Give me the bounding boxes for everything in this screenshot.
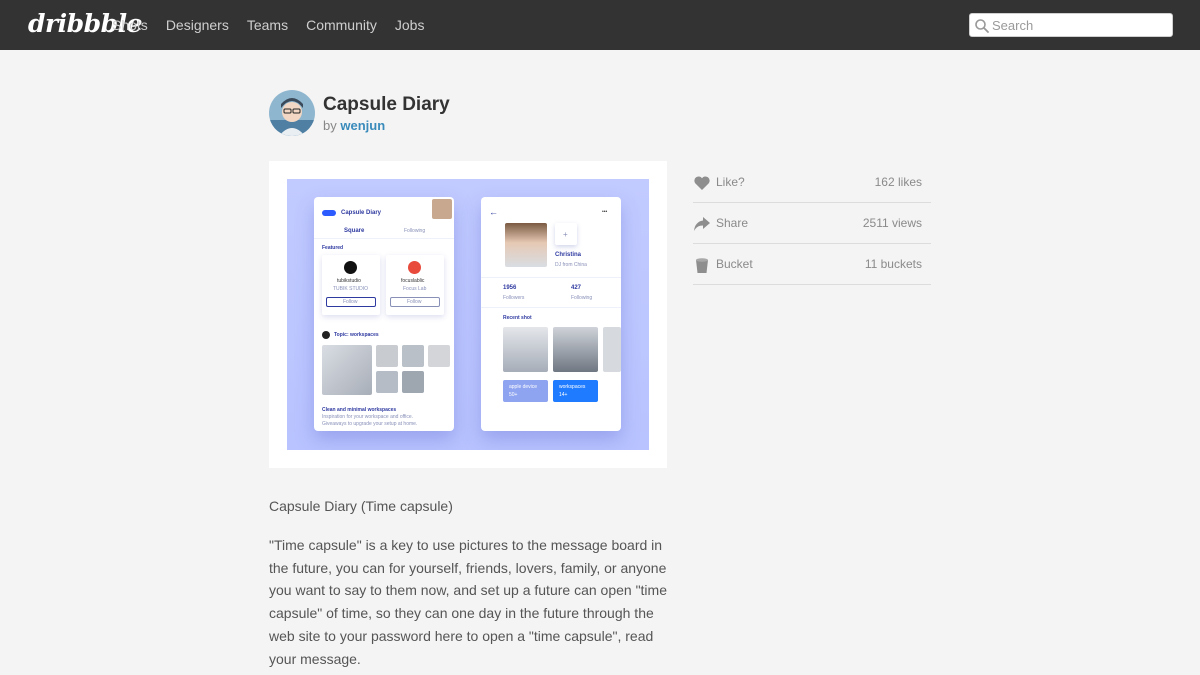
mock-footer-title: Clean and minimal workspaces <box>322 407 397 413</box>
mock-tab-following: Following <box>404 228 426 234</box>
mock-profile-sub: DJ from China <box>555 262 587 268</box>
mockup-screen-left: Capsule Diary Square Following Featured … <box>314 197 454 431</box>
bucket-label[interactable]: Bucket <box>716 257 753 271</box>
mock-workspace-photo-large <box>322 345 372 395</box>
likes-count: 162 likes <box>874 175 922 189</box>
mock-plus: + <box>563 230 568 239</box>
mock-workspace-photo <box>402 371 424 393</box>
stat-likes[interactable]: Like? 162 likes <box>693 162 931 203</box>
mock-followers-label: Followers <box>503 295 525 301</box>
search-box[interactable] <box>969 13 1173 37</box>
mock-chip-1-line-2: 50+ <box>509 392 518 398</box>
mock-recent-photo <box>553 327 598 372</box>
top-nav-bar: dribbble Shots Designers Teams Community… <box>0 0 1200 50</box>
mock-chip-2-line-1: workspaces <box>559 384 586 390</box>
author-link[interactable]: wenjun <box>340 118 385 133</box>
stat-share[interactable]: Share 2511 views <box>693 203 931 244</box>
description-title: Capsule Diary (Time capsule) <box>269 498 453 514</box>
share-icon[interactable] <box>693 215 711 233</box>
byline: by wenjun <box>323 118 385 133</box>
mock-topic-icon <box>322 331 330 339</box>
mock-workspace-photo <box>402 345 424 367</box>
mock-card-1-sub: TUBIK STUDIO <box>333 286 369 292</box>
mock-workspace-photo <box>428 345 450 367</box>
mock-footer-text-1: Inspiration for your workspace and offic… <box>322 414 414 420</box>
mock-recent-photo <box>503 327 548 372</box>
mock-card-2-sub: Focus Lab <box>403 286 427 292</box>
like-label[interactable]: Like? <box>716 175 745 189</box>
mock-divider <box>481 307 621 308</box>
stat-bucket[interactable]: Bucket 11 buckets <box>693 244 931 285</box>
author-avatar[interactable] <box>269 90 315 136</box>
nav-link-jobs[interactable]: Jobs <box>395 17 425 33</box>
mock-tab-square: Square <box>344 228 365 234</box>
mock-followers-value: 1956 <box>503 285 517 291</box>
mock-chip-1-line-1: apple device <box>509 384 538 390</box>
mock-featured-label: Featured <box>322 245 344 251</box>
toggle-shape <box>322 210 336 216</box>
mock-card-1-logo <box>344 261 357 274</box>
mock-chip-2-line-2: 14+ <box>559 392 568 398</box>
nav-link-community[interactable]: Community <box>306 17 377 33</box>
byline-prefix: by <box>323 118 337 133</box>
mock-topic-label: Topic: workspaces <box>334 332 379 338</box>
bucket-icon[interactable] <box>693 256 711 274</box>
nav-link-teams[interactable]: Teams <box>247 17 288 33</box>
share-label[interactable]: Share <box>716 216 748 230</box>
mock-more-dots: ••• <box>602 209 608 215</box>
search-icon <box>975 19 989 33</box>
mock-workspace-photo <box>376 345 398 367</box>
mock-card-1-name: tubikstudio <box>337 278 361 284</box>
heart-icon[interactable] <box>693 174 711 192</box>
avatar-illustration <box>269 90 315 136</box>
nav-link-designers[interactable]: Designers <box>166 17 229 33</box>
mock-card-2-button-label: Follow <box>407 299 422 305</box>
views-count: 2511 views <box>862 216 922 230</box>
mock-divider <box>314 238 454 239</box>
shot-title: Capsule Diary <box>323 94 450 115</box>
mock-recent-label: Recent shot <box>503 315 532 321</box>
main-nav: Shots Designers Teams Community Jobs <box>112 17 442 33</box>
mock-divider <box>481 277 621 278</box>
mock-card-2-name: focuslablic <box>401 278 425 284</box>
mock-profile-name: Christina <box>555 252 582 258</box>
mock-following-value: 427 <box>571 285 582 291</box>
description-body: "Time capsule" is a key to use pictures … <box>269 537 667 667</box>
mock-app-name: Capsule Diary <box>341 210 382 216</box>
shot-image[interactable]: Capsule Diary Square Following Featured … <box>287 179 649 450</box>
buckets-count: 11 buckets <box>864 257 922 271</box>
mock-recent-photo <box>603 327 621 372</box>
shot-card: Capsule Diary Square Following Featured … <box>269 161 667 468</box>
nav-link-shots[interactable]: Shots <box>112 17 148 33</box>
mock-card-1-button-label: Follow <box>343 299 358 305</box>
mockup-screen-right: ← ••• + Christina DJ from China 1956 Fol… <box>481 197 621 431</box>
mock-footer-text-2: Giveaways to upgrade your setup at home. <box>322 421 418 427</box>
mock-profile-photo <box>505 223 547 267</box>
mock-card-2-logo <box>408 261 421 274</box>
search-input[interactable] <box>992 16 1168 34</box>
mock-avatar-thumb <box>432 199 452 219</box>
mock-back-arrow: ← <box>489 207 498 217</box>
shot-stats: Like? 162 likes Share 2511 views Bucket … <box>693 162 931 285</box>
mock-workspace-photo <box>376 371 398 393</box>
mock-following-label: Following <box>571 295 593 301</box>
